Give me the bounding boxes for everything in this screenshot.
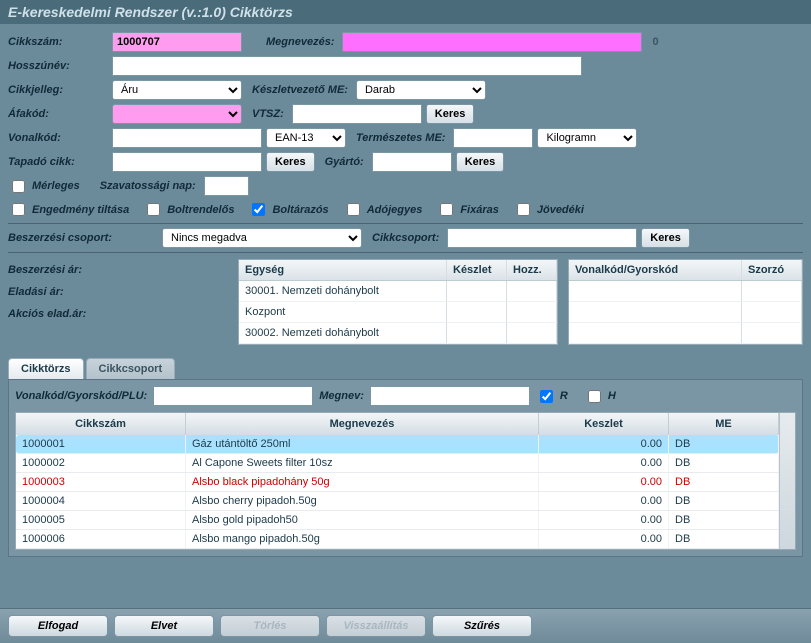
boltarazos-check[interactable]: Boltárazós (248, 200, 328, 219)
boltrendelos-check[interactable]: Boltrendelős (143, 200, 234, 219)
table-row[interactable]: 1000003Alsbo black pipadohány 50g0.00DB (16, 473, 779, 492)
search-h-check[interactable]: H (584, 387, 616, 406)
jovedeki-check[interactable]: Jövedéki (513, 200, 584, 219)
keszletvezeto-label: Készletvezető ME: (252, 84, 348, 96)
table-row[interactable]: 1000006Alsbo mango pipadoh.50g0.00DB (16, 530, 779, 549)
gyarto-keres-button[interactable]: Keres (456, 152, 505, 172)
akcios-label: Akciós elad.ár: (8, 303, 228, 325)
barcode-h2: Szorzó (742, 260, 802, 280)
items-grid[interactable]: Cikkszám Megnevezés Keszlet ME 1000001Gá… (15, 412, 796, 550)
afakod-select[interactable] (112, 104, 242, 124)
merleges-check[interactable]: Mérleges (8, 177, 80, 196)
tapado-input[interactable] (112, 152, 262, 172)
units-row[interactable]: Kozpont (239, 302, 557, 323)
col-me[interactable]: ME (669, 413, 779, 435)
elfogad-button[interactable]: Elfogad (8, 615, 108, 637)
cikkjelleg-label: Cikkjelleg: (8, 84, 108, 96)
elvet-button[interactable]: Elvet (114, 615, 214, 637)
units-h2: Készlet (447, 260, 507, 280)
table-row[interactable]: 1000002Al Capone Sweets filter 10sz0.00D… (16, 454, 779, 473)
megnevezes-input[interactable] (342, 32, 642, 52)
col-cikkszam[interactable]: Cikkszám (16, 413, 186, 435)
gyarto-label: Gyártó: (325, 156, 364, 168)
units-row[interactable]: 30001. Nemzeti dohánybolt (239, 281, 557, 302)
gyarto-input[interactable] (372, 152, 452, 172)
cikkszam-label: Cikkszám: (8, 36, 108, 48)
adojegyes-check[interactable]: Adójegyes (343, 200, 423, 219)
units-h1: Egység (239, 260, 447, 280)
torles-button: Törlés (220, 615, 320, 637)
ean-select[interactable]: EAN-13 (266, 128, 346, 148)
search-megnev-label: Megnev: (319, 390, 364, 402)
engedmeny-check[interactable]: Engedmény tiltása (8, 200, 129, 219)
termme-input[interactable] (453, 128, 533, 148)
cikkjelleg-select[interactable]: Áru (112, 80, 242, 100)
cikkszam-input[interactable] (112, 32, 242, 52)
afakod-label: Áfakód: (8, 108, 108, 120)
beszcsop-select[interactable]: Nincs megadva (162, 228, 362, 248)
megnevezes-label: Megnevezés: (266, 36, 334, 48)
window-title: E-kereskedelmi Rendszer (v.:1.0) Cikktör… (0, 0, 811, 24)
szures-button[interactable]: Szűrés (432, 615, 532, 637)
cikkcsop-input[interactable] (447, 228, 637, 248)
search-vonalkod-label: Vonalkód/Gyorskód/PLU: (15, 390, 147, 402)
col-megnevezes[interactable]: Megnevezés (186, 413, 539, 435)
search-megnev-input[interactable] (370, 386, 530, 406)
search-vonalkod-input[interactable] (153, 386, 313, 406)
termme-label: Természetes ME: (356, 132, 445, 144)
vtsz-keres-button[interactable]: Keres (426, 104, 475, 124)
szavnap-label: Szavatossági nap: (100, 180, 196, 192)
units-row[interactable]: 30002. Nemzeti dohánybolt (239, 323, 557, 344)
hosszunev-label: Hosszúnév: (8, 60, 108, 72)
beszar-label: Beszerzési ár: (8, 259, 228, 281)
units-grid[interactable]: Egység Készlet Hozz. 30001. Nemzeti dohá… (238, 259, 558, 345)
fixaras-check[interactable]: Fixáras (436, 200, 499, 219)
tab-cikktorzs[interactable]: Cikktörzs (8, 358, 84, 379)
tapado-keres-button[interactable]: Keres (266, 152, 315, 172)
termme-unit-select[interactable]: Kilogramn (537, 128, 637, 148)
barcode-grid[interactable]: Vonalkód/Gyorskód Szorzó (568, 259, 803, 345)
tab-cikkcsoport[interactable]: Cikkcsoport (86, 358, 176, 379)
table-row[interactable]: 1000004Alsbo cherry pipadoh.50g0.00DB (16, 492, 779, 511)
search-r-check[interactable]: R (536, 387, 568, 406)
megnevezes-counter: 0 (652, 36, 658, 48)
units-h3: Hozz. (507, 260, 557, 280)
vissza-button: Visszaállítás (326, 615, 426, 637)
szavnap-input[interactable] (204, 176, 249, 196)
tapado-label: Tapadó cikk: (8, 156, 108, 168)
vonalkod-input[interactable] (112, 128, 262, 148)
table-row[interactable]: 1000005Alsbo gold pipadoh500.00DB (16, 511, 779, 530)
beszcsop-label: Beszerzési csoport: (8, 232, 158, 244)
vtsz-input[interactable] (292, 104, 422, 124)
hosszunev-input[interactable] (112, 56, 582, 76)
eladar-label: Eladási ár: (8, 281, 228, 303)
cikkcsop-label: Cikkcsoport: (372, 232, 439, 244)
barcode-h1: Vonalkód/Gyorskód (569, 260, 742, 280)
col-keszlet[interactable]: Keszlet (539, 413, 669, 435)
vtsz-label: VTSZ: (252, 108, 284, 120)
table-row[interactable]: 1000001Gáz utántöltő 250ml0.00DB (16, 435, 779, 454)
keszletvezeto-select[interactable]: Darab (356, 80, 486, 100)
vonalkod-label: Vonalkód: (8, 132, 108, 144)
grid-scrollbar[interactable] (779, 413, 795, 549)
cikkcsop-keres-button[interactable]: Keres (641, 228, 690, 248)
splitter-handle[interactable]: ▬▬▬ (0, 345, 811, 356)
